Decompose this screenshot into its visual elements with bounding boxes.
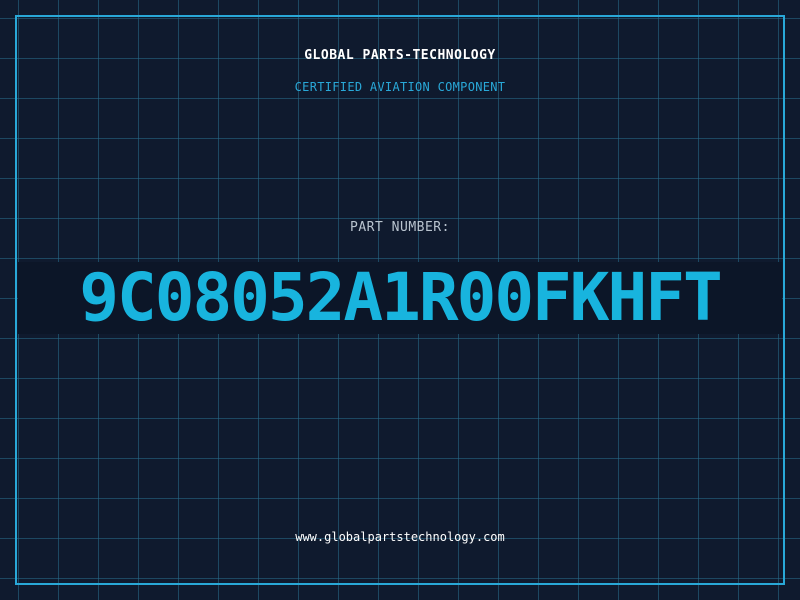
part-number: 9C08052A1R00FKHFT xyxy=(79,259,723,336)
part-number-label: PART NUMBER: xyxy=(350,220,450,235)
website-url: www.globalpartstechnology.com xyxy=(295,530,505,544)
company-name: GLOBAL PARTS-TECHNOLOGY xyxy=(304,48,496,63)
subtitle: CERTIFIED AVIATION COMPONENT xyxy=(294,80,506,94)
label-canvas: GLOBAL PARTS-TECHNOLOGY CERTIFIED AVIATI… xyxy=(0,0,800,600)
